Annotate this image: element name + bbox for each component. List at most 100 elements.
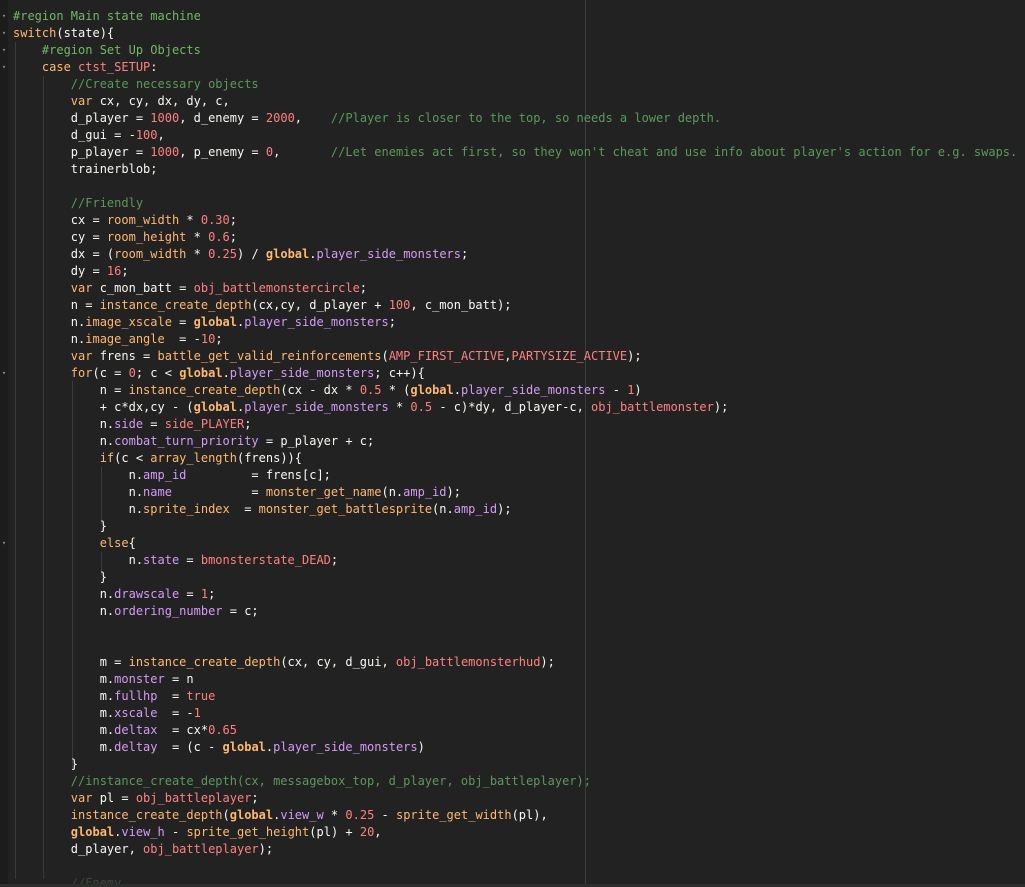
code-token: fullhp	[114, 689, 158, 703]
code-line[interactable]: n = instance_create_depth(cx - dx * 0.5 …	[13, 382, 1025, 399]
code-token: #region Set Up Objects	[41, 43, 201, 57]
code-editor[interactable]: #region Main state machine switch(state){…	[0, 0, 1025, 887]
code-line[interactable]: dy = 16;	[13, 263, 1025, 280]
code-token: - c)*dy, d_player-c,	[432, 400, 592, 414]
code-line[interactable]: m.deltay = (c - global.player_side_monst…	[13, 739, 1025, 756]
code-line[interactable]: m = instance_create_depth(cx, cy, d_gui,…	[13, 654, 1025, 671]
code-token: ;	[330, 553, 339, 567]
code-line[interactable]: m.fullhp = true	[13, 688, 1025, 705]
code-line[interactable]: }	[13, 569, 1025, 586]
code-token: combat_turn_priority	[114, 434, 259, 448]
code-token: n.	[99, 417, 115, 431]
code-token: frens =	[99, 349, 158, 363]
code-line[interactable]: dx = (room_width * 0.25) / global.player…	[13, 246, 1025, 263]
code-line[interactable]: case ctst_SETUP:	[13, 59, 1025, 76]
code-token: player_side_monsters	[461, 383, 606, 397]
fold-toggle-icon[interactable]: ▾	[0, 537, 8, 549]
code-lines[interactable]: #region Main state machine switch(state){…	[13, 8, 1025, 887]
code-line[interactable]: cx = room_width * 0.30;	[13, 212, 1025, 229]
code-line[interactable]: switch(state){	[13, 25, 1025, 42]
code-token: var	[70, 791, 100, 805]
code-line[interactable]: var frens = battle_get_valid_reinforceme…	[13, 348, 1025, 365]
code-token: }	[70, 757, 79, 771]
code-token: ;	[121, 264, 129, 278]
fold-gutter	[0, 0, 8, 887]
code-line[interactable]: }	[13, 756, 1025, 773]
code-token: m =	[99, 655, 129, 669]
code-line[interactable]: p_player = 1000, p_enemy = 0, //Let enem…	[13, 144, 1025, 161]
code-token: monster	[114, 672, 165, 686]
code-line[interactable]: cy = room_height * 0.6;	[13, 229, 1025, 246]
fold-toggle-icon[interactable]: ▾	[0, 27, 8, 39]
code-token: #region Main state machine	[13, 9, 201, 23]
code-line[interactable]	[13, 637, 1025, 654]
code-token: room_height	[106, 230, 187, 244]
code-line[interactable]: for(c = 0; c < global.player_side_monste…	[13, 365, 1025, 382]
code-line[interactable]: //instance_create_depth(cx, messagebox_t…	[13, 773, 1025, 790]
code-line[interactable]: n.name = monster_get_name(n.amp_id);	[13, 484, 1025, 501]
code-token: }	[99, 570, 107, 584]
code-line[interactable]: //Friendly	[13, 195, 1025, 212]
code-token: m.	[99, 689, 115, 703]
code-line[interactable]	[13, 858, 1025, 875]
code-token: = cx*	[157, 723, 209, 737]
code-line[interactable]: + c*dx,cy - (global.player_side_monsters…	[13, 399, 1025, 416]
code-token: )	[417, 740, 425, 754]
code-line[interactable]: #region Set Up Objects	[13, 42, 1025, 59]
code-line[interactable]: d_player = 1000, d_enemy = 2000, //Playe…	[13, 110, 1025, 127]
code-line[interactable]: var pl = obj_battleplayer;	[13, 790, 1025, 807]
code-token: -	[605, 383, 628, 397]
code-line[interactable]: d_gui = -100,	[13, 127, 1025, 144]
code-line[interactable]: n.side = side_PLAYER;	[13, 416, 1025, 433]
code-line[interactable]	[13, 620, 1025, 637]
code-line[interactable]: }	[13, 518, 1025, 535]
fold-toggle-icon[interactable]: ▾	[0, 367, 8, 379]
code-line[interactable]: d_player, obj_battleplayer);	[13, 841, 1025, 858]
code-line[interactable]: if(c < array_length(frens)){	[13, 450, 1025, 467]
fold-toggle-icon[interactable]: ▾	[0, 61, 8, 73]
fold-toggle-icon[interactable]: ▾	[0, 10, 8, 22]
code-token: (pl) +	[309, 825, 360, 839]
fold-toggle-icon[interactable]: ▾	[0, 44, 8, 56]
code-line[interactable]: global.view_h - sprite_get_height(pl) + …	[13, 824, 1025, 841]
code-line[interactable]: m.deltax = cx*0.65	[13, 722, 1025, 739]
code-token: instance_create_depth	[99, 298, 252, 312]
code-line[interactable]: var c_mon_batt = obj_battlemonstercircle…	[13, 280, 1025, 297]
code-line[interactable]: n.image_angle = -10;	[13, 331, 1025, 348]
code-line[interactable]: n.state = bmonsterstate_DEAD;	[13, 552, 1025, 569]
code-token: 0.5	[359, 383, 382, 397]
code-line[interactable]: else{	[13, 535, 1025, 552]
code-token: room_width	[114, 247, 187, 261]
code-line[interactable]: trainerblob;	[13, 161, 1025, 178]
code-line[interactable]: m.xscale = -1	[13, 705, 1025, 722]
code-token: =	[229, 502, 259, 516]
code-line[interactable]: n.combat_turn_priority = p_player + c;	[13, 433, 1025, 450]
code-token: *	[179, 213, 201, 227]
code-line[interactable]: var cx, cy, dx, dy, c,	[13, 93, 1025, 110]
code-line[interactable]	[13, 178, 1025, 195]
code-line[interactable]: n.amp_id = frens[c];	[13, 467, 1025, 484]
code-line[interactable]: n.sprite_index = monster_get_battlesprit…	[13, 501, 1025, 518]
code-line[interactable]: instance_create_depth(global.view_w * 0.…	[13, 807, 1025, 824]
code-line[interactable]: #region Main state machine	[13, 8, 1025, 25]
code-token: deltay	[114, 740, 158, 754]
code-token: *	[323, 808, 346, 822]
code-line[interactable]: //Create necessary objects	[13, 76, 1025, 93]
code-line[interactable]: n.drawscale = 1;	[13, 586, 1025, 603]
code-token: //Player is closer to the top, so needs …	[330, 111, 722, 125]
code-token: PARTYSIZE_ACTIVE	[511, 349, 628, 363]
code-token: ;	[229, 213, 237, 227]
code-line[interactable]: m.monster = n	[13, 671, 1025, 688]
code-line[interactable]: n.ordering_number = c;	[13, 603, 1025, 620]
code-token: dx = (	[70, 247, 115, 261]
code-line[interactable]: n.image_xscale = global.player_side_mons…	[13, 314, 1025, 331]
code-line[interactable]: n = instance_create_depth(cx,cy, d_playe…	[13, 297, 1025, 314]
